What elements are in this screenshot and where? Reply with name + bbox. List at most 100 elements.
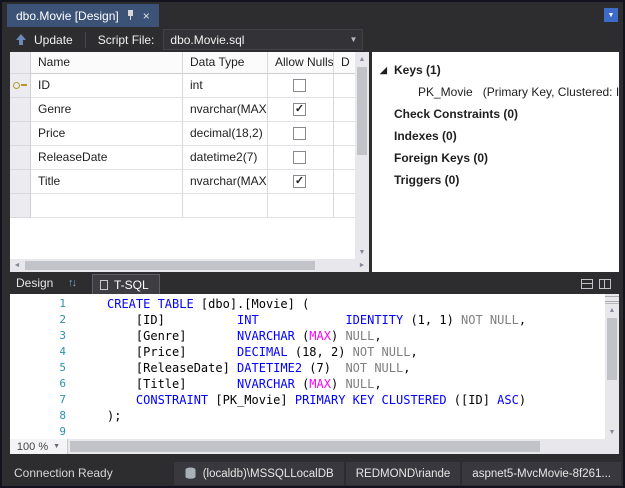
scroll-up-icon[interactable]: ▲ <box>605 304 619 317</box>
scroll-thumb[interactable] <box>607 318 617 380</box>
column-name-cell[interactable]: Title <box>31 170 183 194</box>
document-tab-strip: dbo.Movie [Design] × ▼ <box>4 4 621 27</box>
close-icon[interactable]: × <box>143 10 150 22</box>
allow-nulls-checkbox[interactable] <box>293 79 306 92</box>
allow-nulls-cell[interactable] <box>268 74 334 98</box>
default-cell[interactable] <box>334 194 355 218</box>
row-selector[interactable] <box>10 170 31 194</box>
scroll-thumb[interactable] <box>25 261 315 270</box>
tree-item[interactable]: ◢ Keys (1) <box>372 59 619 81</box>
table-row[interactable]: IDint <box>10 74 355 98</box>
document-tab[interactable]: dbo.Movie [Design] × <box>7 4 159 27</box>
update-icon <box>14 33 28 47</box>
tree-item[interactable]: PK_Movie (Primary Key, Clustered: I <box>372 81 619 103</box>
split-horizontal-icon[interactable] <box>581 279 593 289</box>
update-button[interactable]: Update <box>34 33 73 47</box>
tree-item[interactable]: Check Constraints (0) <box>372 103 619 125</box>
allow-nulls-cell[interactable]: ✓ <box>268 98 334 122</box>
row-selector[interactable] <box>10 74 31 98</box>
tree-item[interactable]: Triggers (0) <box>372 169 619 191</box>
default-cell[interactable] <box>334 170 355 194</box>
splitter-grip[interactable] <box>605 294 619 304</box>
expander-icon[interactable]: ◢ <box>380 59 387 81</box>
tree-item[interactable]: Foreign Keys (0) <box>372 147 619 169</box>
column-name-cell[interactable]: Genre <box>31 98 183 122</box>
code-line[interactable]: 6 [Title] NVARCHAR (MAX) NULL, <box>10 376 619 392</box>
document-list-button[interactable]: ▼ <box>604 8 618 22</box>
default-cell[interactable] <box>334 98 355 122</box>
scroll-down-icon[interactable]: ▼ <box>355 245 369 259</box>
grid-vertical-scrollbar[interactable]: ▲ ▼ <box>355 52 369 259</box>
line-number: 6 <box>10 376 66 392</box>
column-header-default[interactable]: D <box>334 52 355 74</box>
scroll-up-icon[interactable]: ▲ <box>355 52 369 66</box>
table-row[interactable] <box>10 194 355 218</box>
data-type-cell[interactable]: datetime2(7) <box>183 146 268 170</box>
data-type-cell[interactable]: nvarchar(MAX) <box>183 98 268 122</box>
tab-tsql[interactable]: T-SQL <box>92 274 160 294</box>
code-line[interactable]: 5 [ReleaseDate] DATETIME2 (7) NOT NULL, <box>10 360 619 376</box>
data-type-cell[interactable]: nvarchar(MAX) <box>183 170 268 194</box>
split-vertical-icon[interactable] <box>599 279 611 289</box>
code-line[interactable]: 9 <box>10 424 619 439</box>
default-cell[interactable] <box>334 122 355 146</box>
allow-nulls-cell[interactable] <box>268 194 334 218</box>
code-line[interactable]: 7 CONSTRAINT [PK_Movie] PRIMARY KEY CLUS… <box>10 392 619 408</box>
code-line[interactable]: 2 [ID] INT IDENTITY (1, 1) NOT NULL, <box>10 312 619 328</box>
allow-nulls-checkbox[interactable] <box>293 151 306 164</box>
table-row[interactable]: ReleaseDatedatetime2(7) <box>10 146 355 170</box>
allow-nulls-checkbox[interactable] <box>293 127 306 140</box>
allow-nulls-checkbox[interactable]: ✓ <box>293 175 306 188</box>
row-selector-header[interactable] <box>10 52 31 74</box>
status-segment: REDMOND\riande <box>346 462 461 485</box>
code-line[interactable]: 4 [Price] DECIMAL (18, 2) NOT NULL, <box>10 344 619 360</box>
column-header-data-type[interactable]: Data Type <box>183 52 268 74</box>
default-cell[interactable] <box>334 146 355 170</box>
column-header-name[interactable]: Name <box>31 52 183 74</box>
code-text: ); <box>107 408 121 424</box>
allow-nulls-cell[interactable] <box>268 122 334 146</box>
sync-panes-icon[interactable]: ↑↓ <box>68 277 75 289</box>
data-type-cell[interactable]: int <box>183 74 268 98</box>
scroll-down-icon[interactable]: ▼ <box>605 426 619 439</box>
tree-item[interactable]: Indexes (0) <box>372 125 619 147</box>
column-name-cell[interactable] <box>31 194 183 218</box>
editor-horizontal-scroll-thumb[interactable] <box>70 441 540 452</box>
code-line[interactable]: 8); <box>10 408 619 424</box>
allow-nulls-cell[interactable] <box>268 146 334 170</box>
scroll-left-icon[interactable]: ◄ <box>10 259 24 272</box>
row-selector[interactable] <box>10 98 31 122</box>
column-name-cell[interactable]: ID <box>31 74 183 98</box>
data-type-cell[interactable]: decimal(18,2) <box>183 122 268 146</box>
column-header-allow-nulls[interactable]: Allow Nulls <box>268 52 334 74</box>
designer-toolbar: Update Script File: dbo.Movie.sql ▼ <box>4 27 621 52</box>
primary-key-icon <box>13 81 27 90</box>
script-file-combo[interactable]: dbo.Movie.sql ▼ <box>163 29 363 50</box>
column-name-cell[interactable]: Price <box>31 122 183 146</box>
tree-item-label: Check Constraints (0) <box>394 107 518 121</box>
tab-design[interactable]: Design <box>16 276 53 290</box>
pin-icon[interactable] <box>127 10 135 21</box>
data-type-cell[interactable] <box>183 194 268 218</box>
allow-nulls-cell[interactable]: ✓ <box>268 170 334 194</box>
code-line[interactable]: 3 [Genre] NVARCHAR (MAX) NULL, <box>10 328 619 344</box>
row-selector[interactable] <box>10 194 31 218</box>
zoom-control[interactable]: 100 % ▼ <box>10 439 68 454</box>
scroll-right-icon[interactable]: ► <box>355 259 369 272</box>
editor-bottom-bar: 100 % ▼ <box>10 439 619 454</box>
table-row[interactable]: Genrenvarchar(MAX) ✓ <box>10 98 355 122</box>
tree-item-label: Keys (1) <box>394 63 441 77</box>
row-selector[interactable] <box>10 122 31 146</box>
column-name-cell[interactable]: ReleaseDate <box>31 146 183 170</box>
row-selector[interactable] <box>10 146 31 170</box>
grid-horizontal-scrollbar[interactable]: ◄ ► <box>10 259 369 272</box>
default-cell[interactable] <box>334 74 355 98</box>
code-line[interactable]: 1CREATE TABLE [dbo].[Movie] ( <box>10 296 619 312</box>
scroll-thumb[interactable] <box>357 67 367 155</box>
zoom-level: 100 % <box>17 441 48 453</box>
allow-nulls-checkbox[interactable]: ✓ <box>293 103 306 116</box>
table-row[interactable]: Pricedecimal(18,2) <box>10 122 355 146</box>
sql-editor[interactable]: 1CREATE TABLE [dbo].[Movie] (2 [ID] INT … <box>10 294 619 439</box>
table-row[interactable]: Titlenvarchar(MAX) ✓ <box>10 170 355 194</box>
editor-vertical-scrollbar[interactable]: ▲ ▼ <box>605 294 619 439</box>
